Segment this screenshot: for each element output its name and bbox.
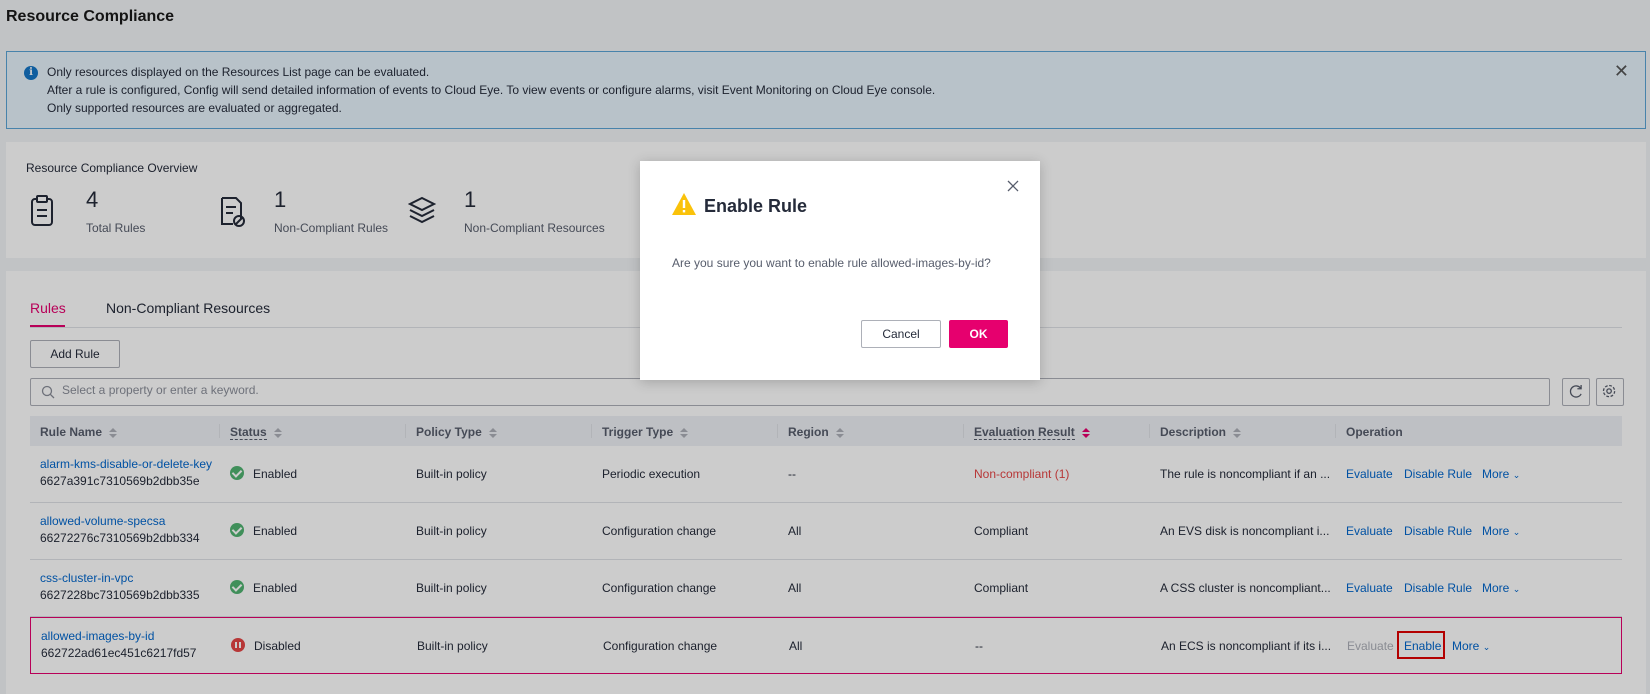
- warning-icon: [672, 193, 696, 215]
- dialog-message: Are you sure you want to enable rule all…: [672, 256, 991, 270]
- dialog-title: Enable Rule: [704, 196, 808, 216]
- ok-button[interactable]: OK: [949, 320, 1008, 348]
- cancel-button[interactable]: Cancel: [861, 320, 941, 348]
- enable-rule-dialog: Enable Rule Are you sure you want to ena…: [640, 161, 1040, 380]
- close-icon[interactable]: [1006, 179, 1020, 193]
